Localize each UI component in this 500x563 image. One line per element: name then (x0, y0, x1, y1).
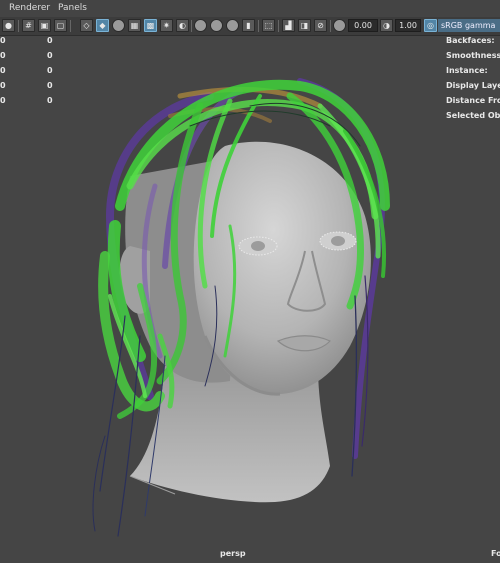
wireframe-cube-icon[interactable]: ◇ (80, 19, 93, 32)
hud-right-labels: Backfaces: Smoothness: Instance: Display… (446, 36, 500, 126)
gamma-field[interactable]: 1.00 (395, 19, 421, 32)
hud-value-b: 0 (47, 36, 53, 45)
textured-icon[interactable]: ▦ (128, 19, 141, 32)
hud-backfaces-label: Backfaces: (446, 36, 495, 45)
safe-action-icon[interactable]: ⊘ (314, 19, 327, 32)
grid-icon[interactable]: # (22, 19, 35, 32)
toolbar-divider (278, 20, 279, 32)
hud-value-a: 0 (0, 81, 6, 90)
shaded-cube-icon[interactable]: ◆ (96, 19, 109, 32)
color-management-icon[interactable]: ◎ (424, 19, 437, 32)
hud-value-b: 0 (47, 96, 53, 105)
menu-renderer[interactable]: Renderer (9, 0, 50, 17)
depth-of-field-icon[interactable]: ▮ (242, 19, 255, 32)
lighting-icon[interactable]: ✷ (160, 19, 173, 32)
anti-aliasing-icon[interactable] (226, 19, 239, 32)
select-camera-icon[interactable]: ● (2, 19, 15, 32)
camera-name-label: persp (220, 549, 246, 558)
gamma-icon[interactable]: ◑ (380, 19, 393, 32)
toolbar-divider (18, 20, 19, 32)
hud-value-b: 0 (47, 81, 53, 90)
film-gate-icon[interactable]: ▢ (54, 19, 67, 32)
motion-blur-icon[interactable] (210, 19, 223, 32)
viewport-scene (92, 78, 390, 537)
ambient-occlusion-icon[interactable] (194, 19, 207, 32)
hud-instance-label: Instance: (446, 66, 488, 75)
hud-display-layer-label: Display Layer: (446, 81, 500, 90)
hud-smoothness-label: Smoothness: (446, 51, 500, 60)
viewport-persp[interactable]: 0 0 0 0 0 0 0 0 0 0 Backfaces: Smoothness: In… (0, 36, 500, 563)
menu-panels[interactable]: Panels (58, 0, 87, 17)
fps-label: Fo (491, 549, 500, 558)
exposure-field[interactable]: 0.00 (348, 19, 378, 32)
shaded-wireframe-icon[interactable] (112, 19, 125, 32)
exposure-icon[interactable] (333, 19, 346, 32)
toolbar-divider (191, 20, 192, 32)
hud-value-a: 0 (0, 36, 6, 45)
toolbar-divider (330, 20, 331, 32)
toolbar-divider (258, 20, 259, 32)
hud-value-b: 0 (47, 66, 53, 75)
hud-value-a: 0 (0, 51, 6, 60)
hud-value-a: 0 (0, 96, 6, 105)
panel-toolbar: ● # ▣ ▢ ◇ ◆ ▦ ▩ ✷ ◐ ▮ ⬚ ▟ ◨ ⊘ 0.00 ◑ 1.0… (0, 17, 500, 36)
xray-icon[interactable]: ▩ (144, 19, 157, 32)
hud-distance-label: Distance From (446, 96, 500, 105)
head-model (119, 141, 371, 503)
hud-value-b: 0 (47, 51, 53, 60)
panel-menubar: Renderer Panels (0, 0, 500, 17)
toolbar-divider (70, 20, 71, 32)
view-transform-label[interactable]: sRGB gamma (438, 19, 500, 32)
camera-attributes-icon[interactable]: ◨ (298, 19, 311, 32)
shadow-icon[interactable]: ◐ (176, 19, 189, 32)
hud-icon[interactable]: ▟ (282, 19, 295, 32)
hud-selected-objects-label: Selected Obje (446, 111, 500, 120)
hud-value-a: 0 (0, 66, 6, 75)
isolate-select-icon[interactable]: ⬚ (262, 19, 275, 32)
resolution-gate-icon[interactable]: ▣ (38, 19, 51, 32)
